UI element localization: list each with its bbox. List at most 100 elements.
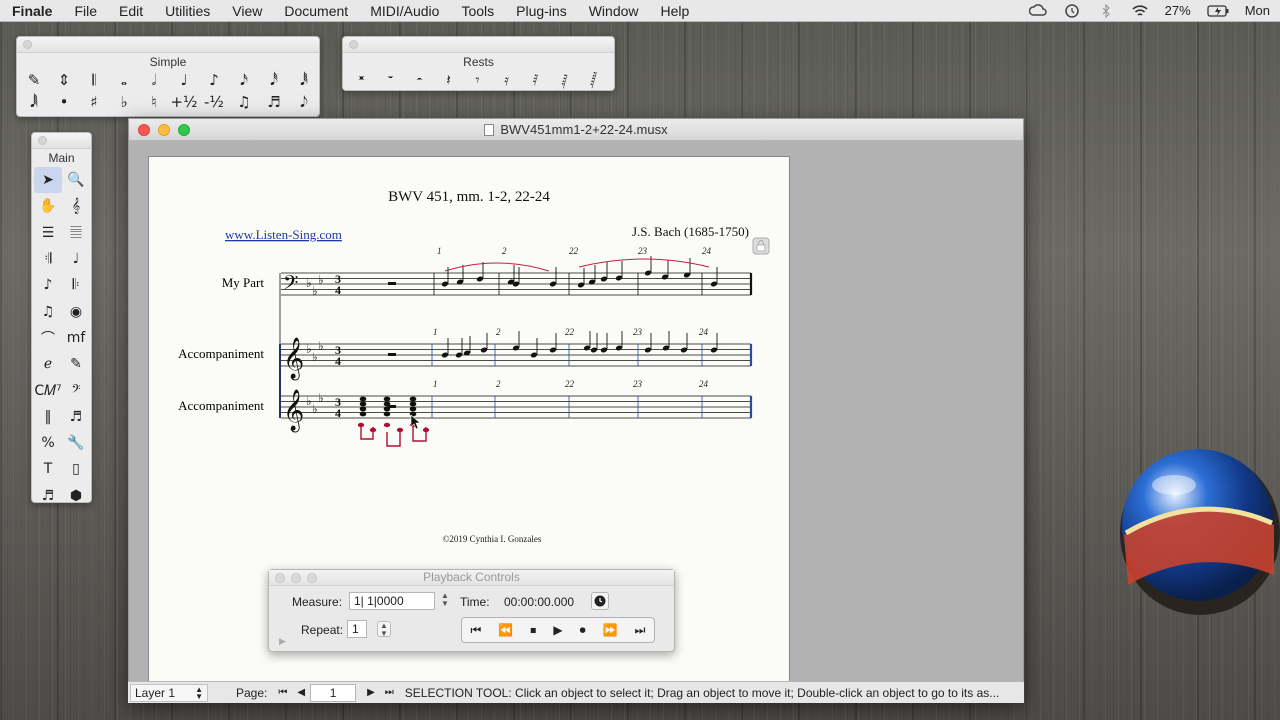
website-link[interactable]: www.Listen-Sing.com bbox=[225, 227, 342, 242]
flat-accidental[interactable]: ♭ bbox=[312, 402, 318, 416]
close-window-button[interactable] bbox=[138, 124, 150, 136]
time-signature[interactable]: 4 bbox=[335, 283, 341, 297]
chord-notehead[interactable] bbox=[383, 406, 391, 412]
simple-tool-9-icon[interactable]: 𝅘𝅥𝅱 bbox=[289, 69, 319, 91]
main-tool-2-icon[interactable]: ✋ bbox=[34, 193, 62, 219]
resize-grip-icon[interactable]: ▶ bbox=[279, 636, 286, 647]
main-tool-24-icon[interactable]: ♬ bbox=[34, 483, 62, 502]
go-to-start-button[interactable]: ⏮ bbox=[471, 623, 482, 638]
window-titlebar[interactable]: BWV451mm1-2+22-24.musx bbox=[129, 119, 1023, 141]
main-tool-3-icon[interactable]: 𝄞 bbox=[62, 193, 90, 219]
chord-notehead[interactable] bbox=[383, 401, 391, 407]
treble-clef-icon[interactable]: 𝄞 bbox=[283, 337, 304, 380]
note-entries[interactable] bbox=[357, 256, 718, 447]
menu-plug-ins[interactable]: Plug-ins bbox=[505, 3, 578, 19]
rest-tool-8-icon[interactable]: 𝅂 bbox=[579, 69, 608, 90]
simple-tool-row2-5-icon[interactable]: +½ bbox=[169, 91, 199, 113]
menu-document[interactable]: Document bbox=[273, 3, 359, 19]
main-tool-22-icon[interactable]: T bbox=[34, 456, 62, 482]
bluetooth-icon[interactable] bbox=[1097, 3, 1115, 18]
menu-help[interactable]: Help bbox=[650, 3, 701, 19]
chord-notehead[interactable] bbox=[409, 406, 417, 412]
chord-notehead[interactable] bbox=[359, 411, 367, 417]
main-tool-5-icon[interactable]: 𝄚 bbox=[62, 220, 90, 246]
chord-notehead[interactable] bbox=[409, 401, 417, 407]
menu-window[interactable]: Window bbox=[578, 3, 650, 19]
main-tool-7-icon[interactable]: ♩ bbox=[62, 246, 90, 272]
slur[interactable] bbox=[444, 262, 550, 272]
measure-stepper[interactable]: ▲ ▼ bbox=[439, 592, 451, 610]
wifi-icon[interactable] bbox=[1131, 4, 1149, 18]
layer-select[interactable]: Layer 1 ▲ ▼ bbox=[130, 683, 208, 702]
lock-icon[interactable] bbox=[752, 237, 770, 255]
slur[interactable] bbox=[578, 258, 710, 268]
simple-tool-8-icon[interactable]: 𝅘𝅥𝅰 bbox=[259, 69, 289, 91]
close-icon[interactable] bbox=[275, 573, 285, 583]
main-tool-16-icon[interactable]: C𝑀⁷ bbox=[34, 377, 62, 403]
rest-tool-2-icon[interactable]: 𝄼 bbox=[405, 69, 434, 90]
zoom-icon[interactable] bbox=[307, 573, 317, 583]
previous-page-button[interactable]: ◀ bbox=[292, 687, 310, 698]
simple-tool-3-icon[interactable]: 𝅝 bbox=[109, 69, 139, 91]
flat-accidental[interactable]: ♭ bbox=[318, 273, 324, 287]
simple-tool-row2-3-icon[interactable]: ♭ bbox=[109, 91, 139, 113]
rest-tool-3-icon[interactable]: 𝄽 bbox=[434, 69, 463, 90]
battery-icon[interactable] bbox=[1207, 4, 1229, 18]
main-tool-9-icon[interactable]: 𝄆 bbox=[62, 272, 90, 298]
simple-tool-6-icon[interactable]: ♪ bbox=[199, 69, 229, 91]
record-button[interactable]: ⏺ bbox=[580, 623, 586, 638]
staff-name-my-part[interactable]: My Part bbox=[222, 275, 265, 290]
menu-file[interactable]: File bbox=[63, 3, 108, 19]
simple-tool-row2-8-icon[interactable]: ♬ bbox=[259, 91, 289, 113]
menu-edit[interactable]: Edit bbox=[108, 3, 154, 19]
last-page-button[interactable]: ⏭ bbox=[380, 687, 399, 698]
playback-marker[interactable] bbox=[357, 422, 365, 428]
flat-accidental[interactable]: ♭ bbox=[312, 350, 318, 364]
main-tool-23-icon[interactable]: ▯ bbox=[62, 456, 90, 482]
main-tool-19-icon[interactable]: ♬ bbox=[62, 404, 90, 430]
menubar-clock[interactable]: Mon bbox=[1245, 3, 1270, 18]
simple-tool-7-icon[interactable]: 𝅘𝅥𝅯 bbox=[229, 69, 259, 91]
chord-notehead[interactable] bbox=[409, 411, 417, 417]
minimize-icon[interactable] bbox=[291, 573, 301, 583]
palette-titlebar[interactable] bbox=[17, 37, 319, 53]
chord-notehead[interactable] bbox=[383, 411, 391, 417]
bass-clef-icon[interactable]: 𝄢 bbox=[283, 271, 298, 299]
simple-tool-row2-0-icon[interactable]: 𝅘𝅥𝅲 bbox=[19, 91, 49, 113]
staff-name-accompaniment-2[interactable]: Accompaniment bbox=[178, 398, 264, 413]
repeat-field[interactable]: 1 bbox=[347, 620, 367, 638]
close-icon[interactable] bbox=[23, 40, 32, 49]
main-tool-12-icon[interactable]: ⌒ bbox=[34, 325, 62, 351]
rest-tool-5-icon[interactable]: 𝄿 bbox=[492, 69, 521, 90]
simple-tool-2-icon[interactable]: 𝄃 bbox=[79, 69, 109, 91]
rest-tool-1-icon[interactable]: 𝄻 bbox=[376, 69, 405, 90]
flat-accidental[interactable]: ♭ bbox=[318, 339, 324, 353]
simple-tool-row2-6-icon[interactable]: -½ bbox=[199, 91, 229, 113]
main-tool-17-icon[interactable]: 𝄢 bbox=[62, 377, 90, 403]
flat-accidental[interactable]: ♭ bbox=[306, 276, 312, 290]
playback-marker[interactable] bbox=[383, 422, 391, 428]
rest-tool-7-icon[interactable]: 𝅁 bbox=[550, 69, 579, 90]
measure-rest[interactable] bbox=[388, 353, 396, 356]
main-tool-25-icon[interactable]: ⬢ bbox=[62, 483, 90, 502]
time-signature[interactable]: 4 bbox=[335, 406, 341, 420]
chord-notehead[interactable] bbox=[383, 396, 391, 402]
measure-field[interactable]: 1| 1|0000 bbox=[349, 592, 435, 610]
go-to-end-button[interactable]: ⏭ bbox=[635, 623, 646, 638]
score-title[interactable]: BWV 451, mm. 1-2, 22-24 bbox=[388, 189, 550, 205]
repeat-stepper[interactable]: ▲ ▼ bbox=[377, 621, 391, 638]
main-tool-4-icon[interactable]: ☰ bbox=[34, 220, 62, 246]
main-tool-1-icon[interactable]: 🔍 bbox=[62, 167, 90, 193]
simple-tool-row2-2-icon[interactable]: ♯ bbox=[79, 91, 109, 113]
flat-accidental[interactable]: ♭ bbox=[312, 284, 318, 298]
first-page-button[interactable]: ⏮ bbox=[273, 687, 292, 698]
main-tool-11-icon[interactable]: ◉ bbox=[62, 298, 90, 324]
main-tool-13-icon[interactable]: mf bbox=[62, 325, 90, 351]
flat-accidental[interactable]: ♭ bbox=[306, 394, 312, 408]
fast-forward-button[interactable]: ⏩ bbox=[603, 623, 618, 637]
chord-notehead[interactable] bbox=[359, 406, 367, 412]
close-icon[interactable] bbox=[349, 40, 358, 49]
simple-tool-1-icon[interactable]: ⇕ bbox=[49, 69, 79, 91]
chord-notehead[interactable] bbox=[409, 396, 417, 402]
flat-accidental[interactable]: ♭ bbox=[318, 391, 324, 405]
